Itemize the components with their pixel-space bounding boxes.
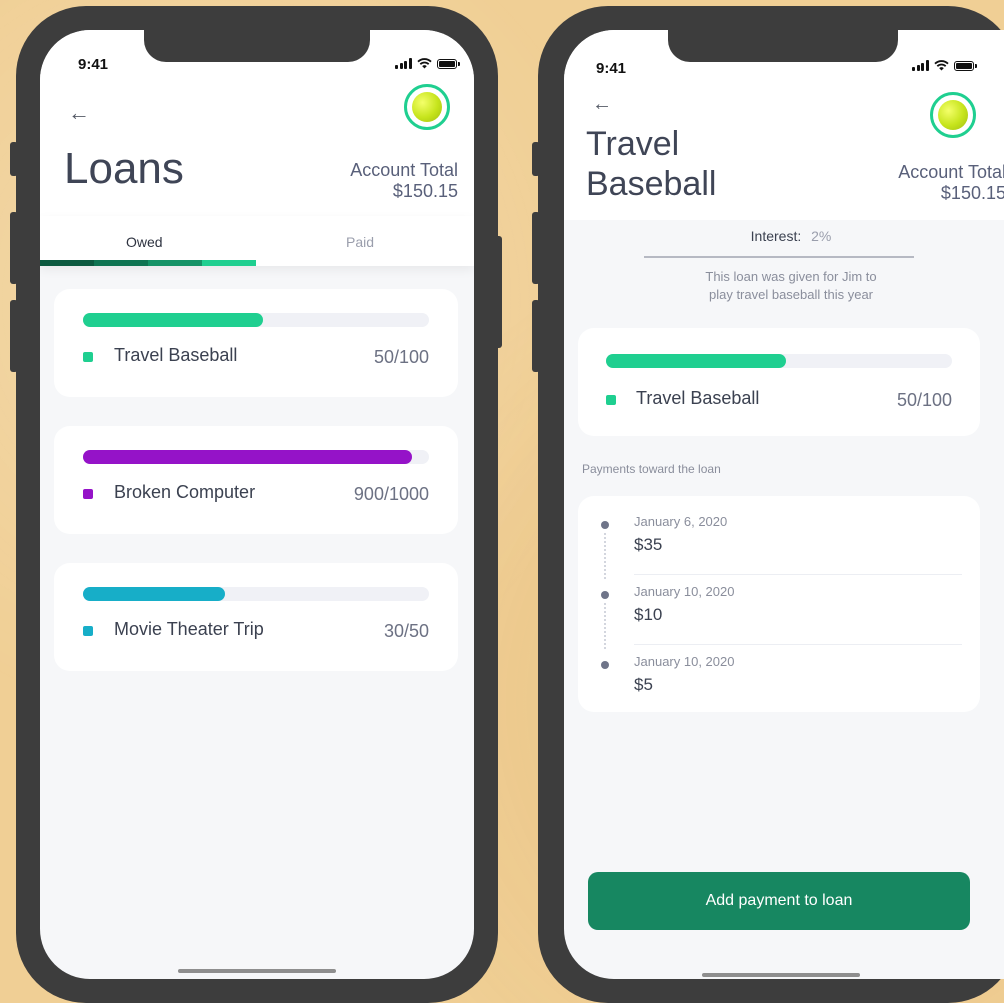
phone-frame-loan-detail: 9:41 ← Travel Baseball Account Total $15… <box>538 6 1004 1003</box>
wifi-icon <box>933 60 949 71</box>
timeline-dot <box>601 521 609 529</box>
payment-date: January 6, 2020 <box>634 514 728 529</box>
account-total-value: $150.15 <box>392 181 458 201</box>
signal-icon <box>395 58 412 69</box>
list-separator <box>634 574 962 575</box>
divider <box>644 256 914 258</box>
timeline-dot <box>601 661 609 669</box>
loan-description-line-1: This loan was given for Jim to <box>705 269 877 284</box>
add-payment-button[interactable]: Add payment to loan <box>588 872 970 930</box>
tennis-ball-icon <box>938 100 968 130</box>
wifi-icon <box>416 58 432 69</box>
loan-card[interactable]: Travel Baseball 50/100 <box>578 328 980 436</box>
status-time: 9:41 <box>596 60 627 77</box>
battery-icon <box>953 60 977 71</box>
loan-name: Travel Baseball <box>114 345 238 365</box>
loan-amount: 50/100 <box>373 347 429 367</box>
square-dot-icon <box>83 352 93 362</box>
progress-track <box>83 587 429 601</box>
loan-card[interactable]: Broken Computer 900/1000 <box>54 426 458 534</box>
page-title: Loans <box>64 144 184 193</box>
status-time: 9:41 <box>78 56 109 73</box>
loan-card[interactable]: Movie Theater Trip 30/50 <box>54 563 458 671</box>
progress-fill <box>606 354 786 368</box>
timeline-line <box>604 603 606 649</box>
loan-card[interactable]: Travel Baseball 50/100 <box>54 289 458 397</box>
status-icons <box>395 58 460 69</box>
signal-icon <box>912 60 929 71</box>
tab-paid[interactable]: Paid <box>346 234 374 250</box>
progress-fill <box>83 313 263 327</box>
interest-label: Interest: <box>750 228 802 244</box>
loan-description: This loan was given for Jim to play trav… <box>564 268 1004 304</box>
notch <box>144 30 370 62</box>
payment-amount: $10 <box>634 605 663 624</box>
account-total-label: Account Total <box>898 162 1004 182</box>
account-total: Account Total $150.15 <box>898 162 1004 204</box>
tab-bar: Owed Paid <box>40 216 474 266</box>
list-separator <box>634 644 962 645</box>
interest-row: Interest: 2% <box>564 228 1004 244</box>
timeline-line <box>604 533 606 579</box>
account-total: Account Total $150.15 <box>350 160 458 202</box>
loan-amount: 900/1000 <box>353 484 429 504</box>
notch <box>668 30 898 62</box>
progress-fill <box>83 450 412 464</box>
page-title-line-1: Travel <box>586 125 680 163</box>
home-indicator[interactable] <box>178 969 336 973</box>
phone-frame-loans: 9:41 ← Loans Account Total $150.15 Owed … <box>16 6 498 1003</box>
battery-icon <box>436 58 460 69</box>
payment-date: January 10, 2020 <box>634 584 735 599</box>
loans-screen: 9:41 ← Loans Account Total $150.15 Owed … <box>40 30 474 979</box>
progress-fill <box>83 587 225 601</box>
home-indicator[interactable] <box>702 973 860 977</box>
status-icons <box>912 60 977 71</box>
account-total-label: Account Total <box>350 160 458 180</box>
loan-description-line-2: play travel baseball this year <box>708 287 874 302</box>
timeline-dot <box>601 591 609 599</box>
square-dot-icon <box>83 626 93 636</box>
progress-track <box>83 313 429 327</box>
back-arrow-icon[interactable]: ← <box>592 94 612 114</box>
page-title-line-2: Baseball <box>586 165 717 203</box>
loan-detail-screen: 9:41 ← Travel Baseball Account Total $15… <box>564 30 1004 979</box>
payment-amount: $35 <box>634 535 663 554</box>
interest-value: 2% <box>811 228 832 244</box>
square-dot-icon <box>83 489 93 499</box>
progress-track <box>83 450 429 464</box>
tab-active-indicator <box>40 260 256 266</box>
square-dot-icon <box>606 395 616 405</box>
page-title: Travel Baseball <box>586 124 716 204</box>
loan-name: Broken Computer <box>114 482 256 502</box>
avatar[interactable] <box>404 84 450 130</box>
avatar[interactable] <box>930 92 976 138</box>
tennis-ball-icon <box>412 92 442 122</box>
payments-card: January 6, 2020 $35 January 10, 2020 $10… <box>578 496 980 712</box>
progress-track <box>606 354 952 368</box>
loan-amount: 30/50 <box>383 621 429 641</box>
loan-name: Movie Theater Trip <box>114 619 264 639</box>
payment-date: January 10, 2020 <box>634 654 735 669</box>
account-total-value: $150.15 <box>940 183 1004 203</box>
payments-heading: Payments toward the loan <box>582 462 721 476</box>
payment-amount: $5 <box>634 675 653 694</box>
back-arrow-icon[interactable]: ← <box>68 102 90 124</box>
loan-amount: 50/100 <box>896 390 952 410</box>
loan-name: Travel Baseball <box>636 388 760 408</box>
tab-owed[interactable]: Owed <box>126 234 163 250</box>
